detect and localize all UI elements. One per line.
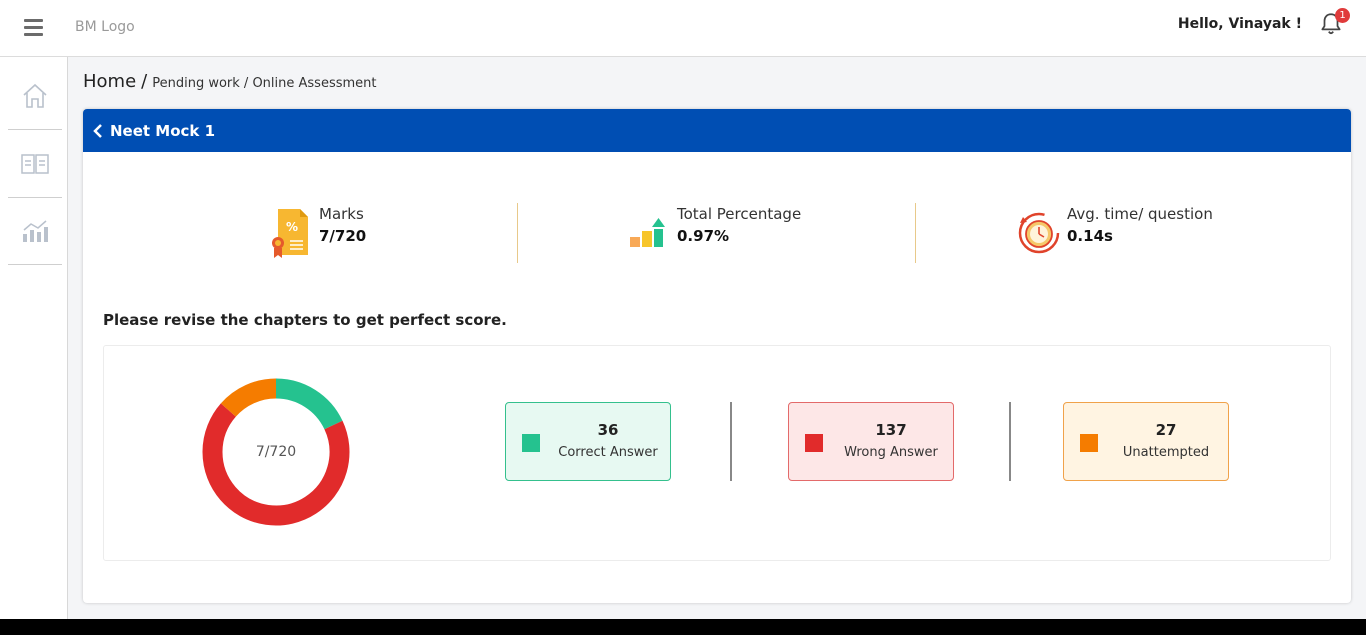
marks-certificate-icon: % bbox=[272, 209, 308, 258]
sidebar-item-courses[interactable] bbox=[8, 131, 62, 198]
stat-divider bbox=[517, 203, 518, 263]
correct-answer-card: 36 Correct Answer bbox=[505, 402, 671, 481]
back-chevron-icon[interactable] bbox=[92, 123, 104, 139]
assessment-result-card: Neet Mock 1 % Marks 7/720 Total Percenta… bbox=[83, 109, 1351, 603]
correct-count: 36 bbox=[597, 421, 619, 439]
unattempted-count: 27 bbox=[1155, 421, 1177, 439]
sidebar-item-home[interactable] bbox=[8, 63, 62, 130]
stopwatch-icon bbox=[1018, 212, 1060, 254]
correct-label: Correct Answer bbox=[558, 445, 658, 460]
user-greeting: Hello, Vinayak ! bbox=[1177, 16, 1302, 32]
revise-message: Please revise the chapters to get perfec… bbox=[103, 311, 507, 329]
stat-value: 0.14s bbox=[1067, 227, 1113, 245]
card-header: Neet Mock 1 bbox=[83, 109, 1351, 152]
wrong-count: 137 bbox=[875, 421, 907, 439]
stat-value: 7/720 bbox=[319, 227, 367, 245]
stat-percentage: Total Percentage 0.97% bbox=[677, 205, 801, 265]
stat-value: 0.97% bbox=[677, 227, 730, 245]
brand-logo[interactable]: BM Logo bbox=[75, 19, 135, 35]
wrong-swatch bbox=[805, 434, 823, 452]
breadcrumb-home[interactable]: Home bbox=[83, 71, 136, 92]
breadcrumb-separator: / bbox=[141, 71, 148, 92]
bar-growth-icon bbox=[630, 218, 665, 247]
app-root: BM Logo Hello, Vinayak ! 1 Home / Pendin… bbox=[0, 0, 1366, 619]
breadcrumb-trail[interactable]: Pending work / Online Assessment bbox=[152, 76, 376, 91]
assessment-title: Neet Mock 1 bbox=[110, 121, 216, 140]
stat-label: Avg. time/ question bbox=[1067, 205, 1213, 223]
menu-icon[interactable] bbox=[24, 19, 43, 37]
stat-label: Marks bbox=[319, 205, 364, 223]
notification-badge: 1 bbox=[1335, 8, 1350, 23]
stat-avg-time: Avg. time/ question 0.14s bbox=[1067, 205, 1213, 265]
sidebar-item-analytics[interactable] bbox=[8, 198, 62, 265]
correct-swatch bbox=[522, 434, 540, 452]
breadcrumb: Home / Pending work / Online Assessment bbox=[83, 71, 376, 92]
home-icon bbox=[23, 83, 47, 108]
stat-divider bbox=[915, 203, 916, 263]
legend-divider bbox=[730, 402, 732, 481]
top-bar: BM Logo Hello, Vinayak ! 1 bbox=[0, 0, 1366, 57]
book-icon bbox=[21, 154, 49, 174]
unattempted-label: Unattempted bbox=[1122, 445, 1210, 460]
unattempted-card: 27 Unattempted bbox=[1063, 402, 1229, 481]
unattempted-swatch bbox=[1080, 434, 1098, 452]
sidebar bbox=[0, 57, 68, 619]
wrong-label: Wrong Answer bbox=[844, 445, 938, 460]
wrong-answer-card: 137 Wrong Answer bbox=[788, 402, 954, 481]
answer-breakdown-panel: 7/720 36 Correct Answer 137 Wrong Answer… bbox=[103, 345, 1331, 561]
svg-text:%: % bbox=[286, 220, 298, 234]
stat-marks: Marks 7/720 bbox=[319, 205, 366, 265]
stat-label: Total Percentage bbox=[677, 205, 802, 223]
donut-center-label: 7/720 bbox=[255, 444, 297, 460]
legend-divider bbox=[1009, 402, 1011, 481]
analytics-icon bbox=[23, 220, 48, 242]
